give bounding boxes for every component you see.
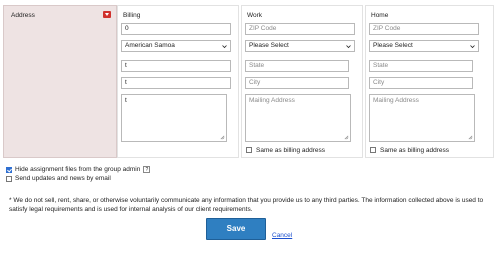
work-country-select[interactable]: Please Select xyxy=(245,40,355,52)
work-city-field[interactable]: City xyxy=(245,77,349,89)
send-updates-checkbox[interactable] xyxy=(6,176,12,182)
resize-handle-icon[interactable] xyxy=(344,135,349,140)
billing-mailing-value: t xyxy=(125,97,127,104)
address-panel: Address xyxy=(3,5,117,158)
work-country-value: Please Select xyxy=(249,42,289,49)
home-zip-field[interactable]: ZIP Code xyxy=(369,23,479,35)
billing-title: Billing xyxy=(123,12,141,19)
work-mailing-address-field[interactable]: Mailing Address xyxy=(245,94,351,142)
billing-city-field[interactable]: t xyxy=(121,77,231,89)
home-same-as-billing-label: Same as billing address xyxy=(380,147,450,154)
help-icon[interactable]: ? xyxy=(143,166,151,173)
work-zip-field[interactable]: ZIP Code xyxy=(245,23,355,35)
send-updates-label: Send updates and news by email xyxy=(15,175,111,182)
cancel-link[interactable]: Cancel xyxy=(272,232,292,239)
work-state-field[interactable]: State xyxy=(245,60,349,72)
home-city-field[interactable]: City xyxy=(369,77,473,89)
resize-handle-icon[interactable] xyxy=(220,135,225,140)
home-mailing-address-field[interactable]: Mailing Address xyxy=(369,94,475,142)
work-same-as-billing-checkbox[interactable] xyxy=(246,147,252,153)
billing-country-select[interactable]: American Samoa xyxy=(121,40,231,52)
chevron-down-icon xyxy=(346,45,351,49)
work-title: Work xyxy=(247,12,263,19)
collapse-toggle-icon[interactable] xyxy=(103,11,111,18)
save-button[interactable]: Save xyxy=(206,218,266,240)
chevron-down-icon xyxy=(222,45,227,49)
billing-country-value: American Samoa xyxy=(125,42,175,49)
resize-handle-icon[interactable] xyxy=(468,135,473,140)
hide-assignment-text: Hide assignment files from the group adm… xyxy=(15,166,141,173)
home-mailing-placeholder: Mailing Address xyxy=(373,97,419,104)
billing-state-field[interactable]: t xyxy=(121,60,231,72)
hide-assignment-checkbox[interactable] xyxy=(6,167,12,173)
home-country-value: Please Select xyxy=(373,42,413,49)
billing-zip-field[interactable]: 0 xyxy=(121,23,231,35)
address-label: Address xyxy=(11,12,35,19)
home-title: Home xyxy=(371,12,389,19)
work-same-as-billing-label: Same as billing address xyxy=(256,147,326,154)
billing-mailing-address-field[interactable]: t xyxy=(121,94,227,142)
home-state-field[interactable]: State xyxy=(369,60,473,72)
home-country-select[interactable]: Please Select xyxy=(369,40,479,52)
home-same-as-billing-checkbox[interactable] xyxy=(370,147,376,153)
chevron-down-icon xyxy=(470,45,475,49)
hide-assignment-label: Hide assignment files from the group adm… xyxy=(15,166,151,173)
address-form: Address Billing 0 American Samoa t t t W… xyxy=(0,0,500,256)
work-mailing-placeholder: Mailing Address xyxy=(249,97,295,104)
privacy-disclaimer: * We do not sell, rent, share, or otherw… xyxy=(9,197,484,213)
